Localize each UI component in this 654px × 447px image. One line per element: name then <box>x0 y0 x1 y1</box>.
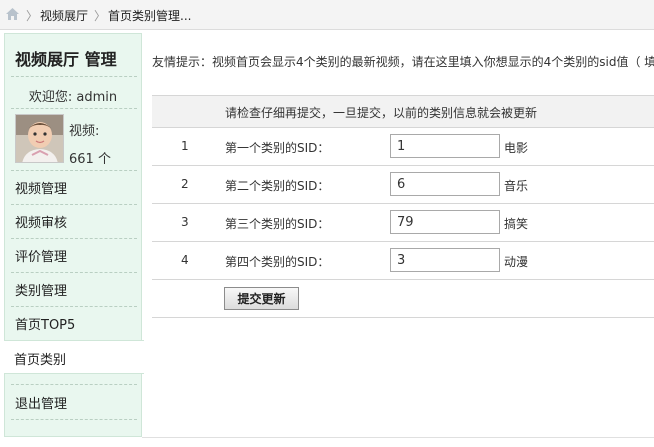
divider <box>11 238 137 239</box>
breadcrumb-item-video-hall[interactable]: 视频展厅 <box>40 7 88 24</box>
divider <box>11 419 137 420</box>
divider <box>11 108 137 109</box>
row-number: 4 <box>181 253 189 267</box>
table-header: 请检查仔细再提交，一旦提交，以前的类别信息就会被更新 <box>152 95 654 128</box>
category-name: 搞笑 <box>504 217 529 231</box>
divider <box>142 437 654 438</box>
category-name: 动漫 <box>504 255 529 269</box>
breadcrumb: 〉 视频展厅 〉 首页类别管理... <box>0 0 654 30</box>
row-number: 3 <box>181 215 189 229</box>
video-count-value: 661 个 <box>69 152 111 167</box>
category-name: 电影 <box>504 141 529 155</box>
hint-text: 友情提示：视频首页会显示4个类别的最新视频，请在这里填入你想显示的4个类别的si… <box>152 55 654 69</box>
sid-input-1[interactable] <box>390 134 500 158</box>
sidebar-item-video-review[interactable]: 视频审核 <box>15 212 67 231</box>
home-icon[interactable] <box>5 7 20 21</box>
divider <box>11 76 137 77</box>
row-label: 第三个类别的SID： <box>225 217 330 231</box>
divider <box>11 170 137 171</box>
main-content: 友情提示：视频首页会显示4个类别的最新视频，请在这里填入你想显示的4个类别的si… <box>152 33 654 443</box>
row-number: 2 <box>181 177 189 191</box>
divider <box>11 204 137 205</box>
submit-update-button[interactable]: 提交更新 <box>224 287 299 310</box>
table-row: 1 第一个类别的SID： 电影 <box>152 128 654 166</box>
row-label: 第二个类别的SID： <box>225 179 330 193</box>
divider <box>11 306 137 307</box>
sidebar: 视频展厅 管理 欢迎您: admin 视频: 661 个 视频管理 视频审核 评… <box>4 33 144 437</box>
sidebar-item-logout[interactable]: 退出管理 <box>15 393 67 412</box>
sidebar-item-category-manage[interactable]: 类别管理 <box>15 280 67 299</box>
row-label: 第四个类别的SID： <box>225 255 330 269</box>
sidebar-item-home-category[interactable]: 首页类别 <box>4 340 144 374</box>
breadcrumb-separator: 〉 <box>94 9 107 23</box>
sidebar-item-video-manage[interactable]: 视频管理 <box>15 178 67 197</box>
row-label: 第一个类别的SID： <box>225 141 330 155</box>
breadcrumb-separator: 〉 <box>26 9 39 23</box>
sid-input-2[interactable] <box>390 172 500 196</box>
sid-input-4[interactable] <box>390 248 500 272</box>
table-row: 2 第二个类别的SID： 音乐 <box>152 166 654 204</box>
table-header-text: 请检查仔细再提交，一旦提交，以前的类别信息就会被更新 <box>225 106 538 120</box>
breadcrumb-item-current: 首页类别管理... <box>108 9 192 23</box>
welcome-text: 欢迎您: admin <box>28 90 118 105</box>
sidebar-item-home-top5[interactable]: 首页TOP5 <box>15 314 75 333</box>
video-count-label: 视频: <box>69 124 100 139</box>
sidebar-item-label: 首页类别 <box>14 353 67 368</box>
category-name: 音乐 <box>504 179 529 193</box>
table-row: 4 第四个类别的SID： 动漫 <box>152 242 654 280</box>
divider <box>11 384 137 385</box>
sidebar-item-rating-manage[interactable]: 评价管理 <box>15 246 67 265</box>
divider <box>11 272 137 273</box>
row-number: 1 <box>181 139 189 153</box>
sid-input-3[interactable] <box>390 210 500 234</box>
submit-row: 提交更新 <box>152 280 654 318</box>
table-row: 3 第三个类别的SID： 搞笑 <box>152 204 654 242</box>
avatar <box>15 114 64 163</box>
sidebar-title: 视频展厅 管理 <box>15 50 117 69</box>
